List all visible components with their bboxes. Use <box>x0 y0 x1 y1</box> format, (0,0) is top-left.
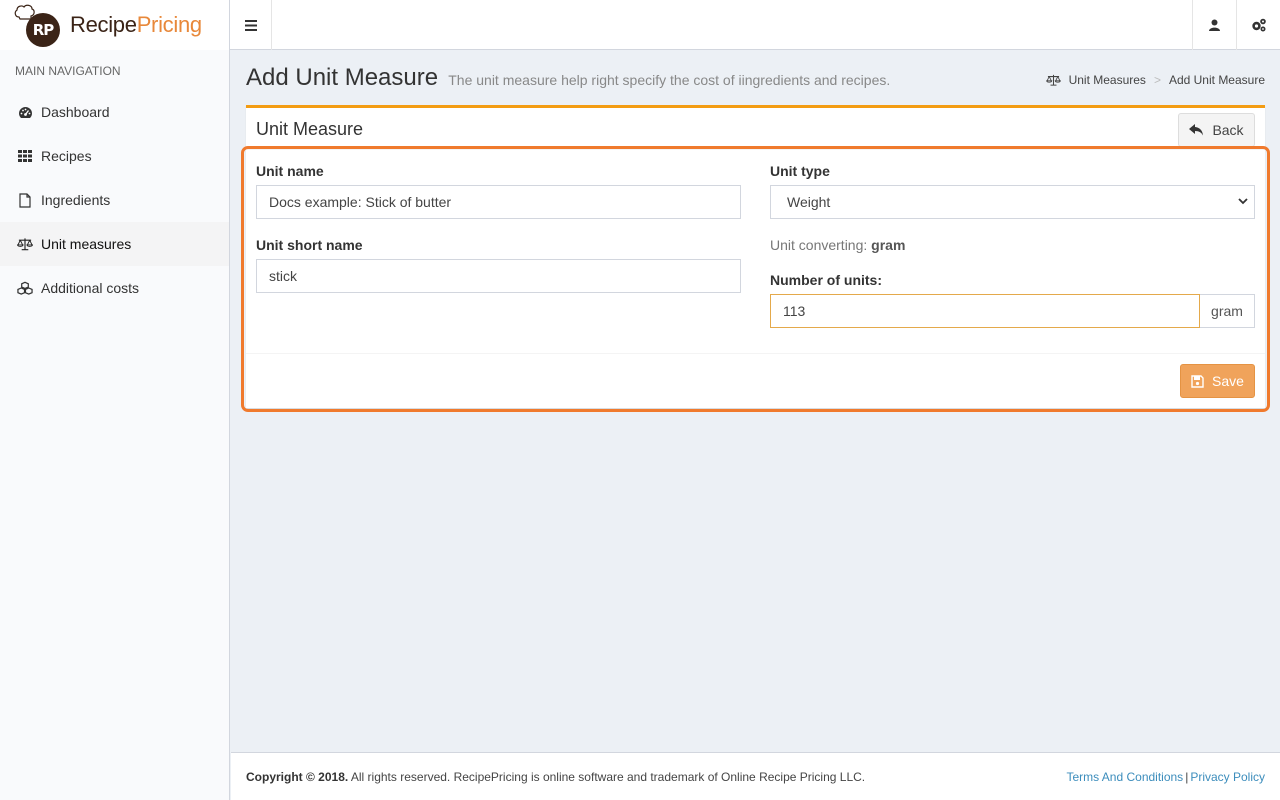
page-subtitle: The unit measure help right specify the … <box>448 72 891 88</box>
box-title: Unit Measure <box>256 119 364 139</box>
terms-link[interactable]: Terms And Conditions <box>1066 770 1183 784</box>
sidebar-item-dashboard[interactable]: Dashboard <box>0 90 229 134</box>
privacy-link[interactable]: Privacy Policy <box>1190 770 1265 784</box>
cubes-icon <box>17 280 33 296</box>
unit-name-label: Unit name <box>256 163 324 179</box>
file-icon <box>17 192 33 208</box>
dashboard-icon <box>17 104 33 120</box>
page-title: Add Unit Measure <box>246 64 439 91</box>
unit-measure-box: Unit Measure Back Unit name Docs example… <box>246 105 1265 408</box>
sidebar-item-label: Recipes <box>41 148 92 164</box>
box-header: Unit Measure Back <box>246 108 1265 150</box>
sidebar-item-label: Dashboard <box>41 104 110 120</box>
cogs-icon <box>1251 18 1266 32</box>
topbar <box>230 0 1280 50</box>
back-button-label: Back <box>1212 122 1244 138</box>
unit-converting-text: Unit converting: gram <box>770 237 906 253</box>
number-of-units-input[interactable]: 113 <box>770 294 1200 328</box>
sidebar-item-label: Ingredients <box>41 192 111 208</box>
logo-mark: RP <box>14 3 62 47</box>
user-menu-button[interactable] <box>1192 0 1236 50</box>
sidebar-toggle-button[interactable] <box>230 0 272 50</box>
unit-name-input[interactable]: Docs example: Stick of butter <box>256 185 741 219</box>
sidebar-item-unit-measures[interactable]: Unit measures <box>0 222 229 266</box>
logo[interactable]: RP RecipePricing <box>0 0 229 50</box>
balance-scale-icon <box>17 236 33 252</box>
footer-separator: | <box>1185 770 1189 784</box>
sidebar-item-label: Unit measures <box>41 236 132 252</box>
menu-icon <box>244 19 257 31</box>
unit-converting-value: gram <box>871 237 906 253</box>
unit-type-selected-value: Weight <box>787 194 831 210</box>
save-button-label: Save <box>1212 373 1244 389</box>
nav-header: MAIN NAVIGATION <box>15 64 121 78</box>
sidebar-item-label: Additional costs <box>41 280 140 296</box>
logo-initials: RP <box>26 13 60 47</box>
unit-short-name-label: Unit short name <box>256 237 363 253</box>
footer-copyright: Copyright © 2018. All rights reserved. R… <box>246 770 866 784</box>
back-button[interactable]: Back <box>1178 113 1255 147</box>
unit-type-label: Unit type <box>770 163 830 179</box>
brand-name: RecipePricing <box>70 12 202 37</box>
breadcrumb-unit-measures[interactable]: Unit Measures <box>1069 73 1146 87</box>
sidebar-item-ingredients[interactable]: Ingredients <box>0 178 229 222</box>
number-of-units-addon: gram <box>1200 294 1255 328</box>
save-button[interactable]: Save <box>1180 364 1255 398</box>
sidebar-item-additional-costs[interactable]: Additional costs <box>0 266 229 310</box>
number-of-units-label: Number of units: <box>770 272 882 288</box>
balance-scale-icon <box>1045 74 1061 86</box>
reply-icon <box>1189 124 1204 136</box>
page-footer: Copyright © 2018. All rights reserved. R… <box>231 752 1280 800</box>
unit-short-name-input[interactable]: stick <box>256 259 741 293</box>
content-header: Add Unit Measure The unit measure help r… <box>246 64 1265 96</box>
chevron-down-icon <box>1238 198 1248 205</box>
box-footer: Save <box>246 353 1265 408</box>
user-icon <box>1209 19 1220 31</box>
settings-button[interactable] <box>1236 0 1280 50</box>
breadcrumb-current: Add Unit Measure <box>1168 73 1265 87</box>
footer-links: Terms And Conditions | Privacy Policy <box>1066 770 1265 784</box>
grid-icon <box>17 148 33 164</box>
breadcrumb: Unit Measures > Add Unit Measure <box>1045 73 1265 87</box>
sidebar: RP RecipePricing MAIN NAVIGATION Dashboa… <box>0 0 230 800</box>
breadcrumb-separator: > <box>1153 73 1161 87</box>
sidebar-item-recipes[interactable]: Recipes <box>0 134 229 178</box>
save-icon <box>1191 374 1204 388</box>
unit-type-select[interactable]: Weight <box>770 185 1255 219</box>
